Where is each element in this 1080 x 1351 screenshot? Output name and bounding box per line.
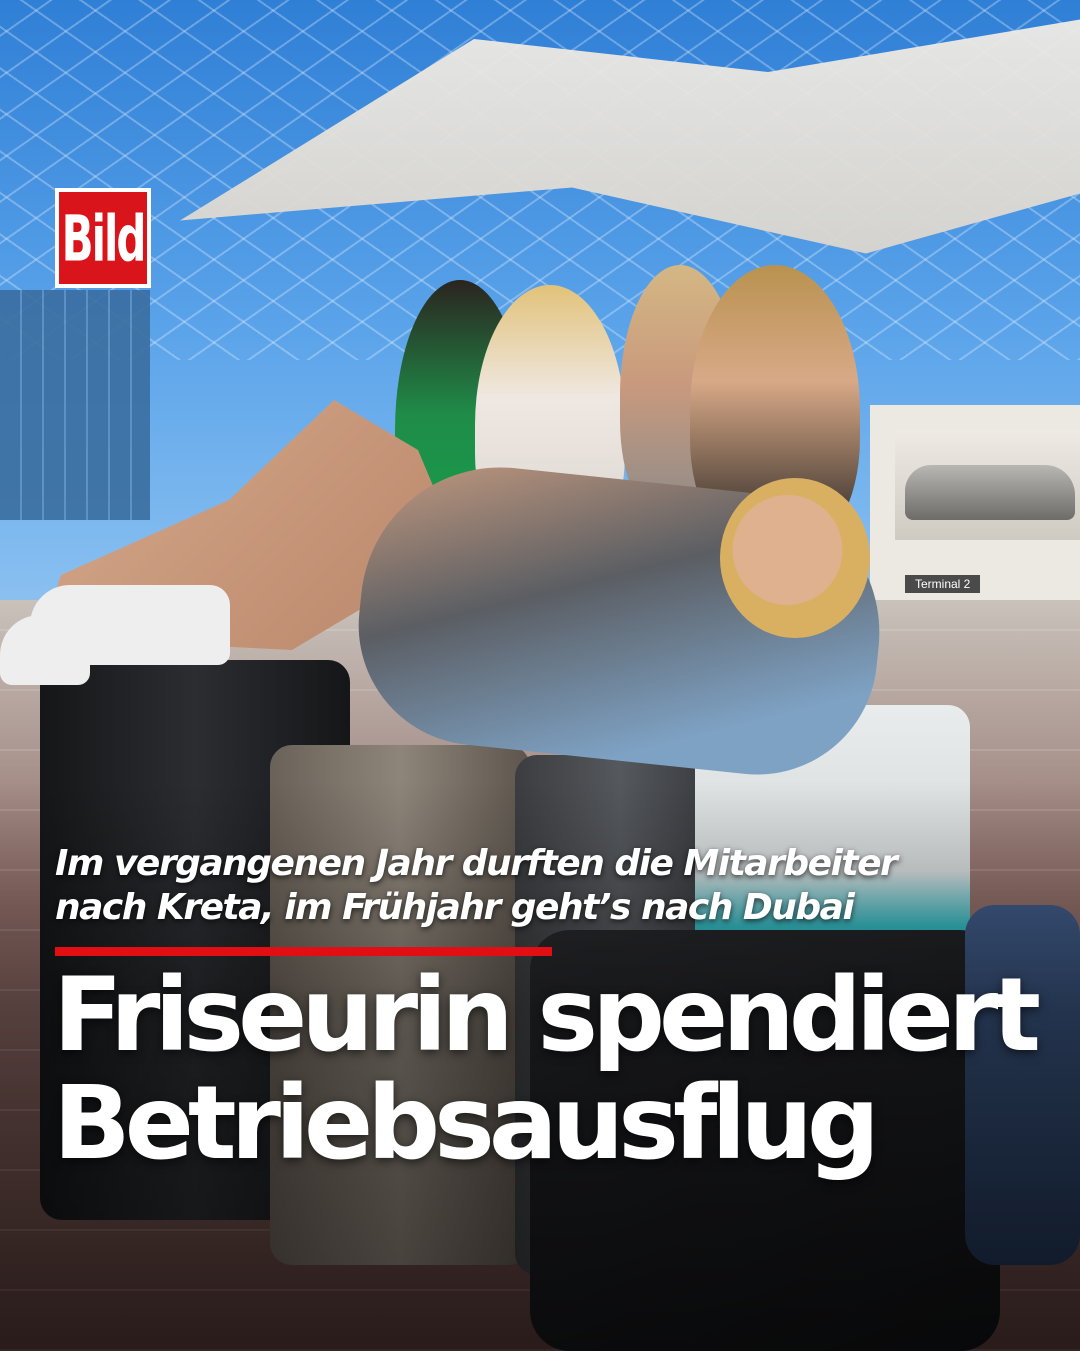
car-image (905, 465, 1075, 520)
terminal-sign: Terminal 2 (905, 575, 981, 593)
logo-text: Bild (61, 201, 147, 275)
bild-logo: Bild (55, 188, 151, 288)
article-headline: Friseurin spendiert Betriebsausflug (53, 956, 1041, 1183)
article-subline: Im vergangenen Jahr durften die Mitarbei… (55, 842, 975, 930)
headline-line-2: Betriebsausflug (53, 1064, 880, 1183)
red-divider (55, 947, 552, 956)
headline-line-1: Friseurin spendiert (53, 956, 1041, 1075)
social-post-card: Terminal 2 Bild Im vergangenen Jahr durf… (0, 0, 1080, 1351)
subline-line-2: nach Kreta, im Frühjahr geht’s nach Duba… (55, 887, 855, 928)
subline-line-1: Im vergangenen Jahr durften die Mitarbei… (55, 843, 898, 884)
terminal-building (0, 290, 150, 520)
person-head-sunglasses (720, 478, 870, 638)
sneaker (0, 615, 90, 685)
